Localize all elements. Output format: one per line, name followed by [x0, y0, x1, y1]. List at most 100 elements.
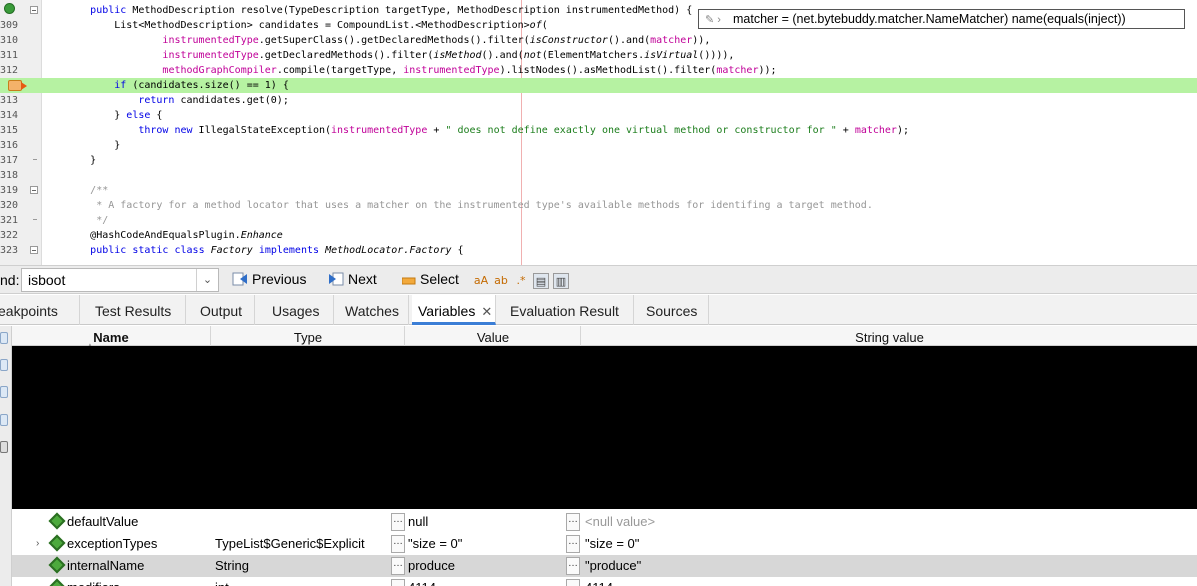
find-history-dropdown[interactable]: ⌄: [196, 269, 218, 291]
tab-variables[interactable]: Variables ✕: [412, 295, 496, 325]
highlight-results-icon[interactable]: ▤: [533, 273, 549, 289]
code-text[interactable]: }: [42, 153, 96, 168]
code-text[interactable]: /**: [42, 183, 108, 198]
variable-value[interactable]: produce: [408, 555, 455, 577]
variable-string-value: 4114: [585, 577, 613, 586]
tab-sources[interactable]: Sources: [640, 295, 709, 325]
debug-toolbar-icon[interactable]: [0, 414, 8, 426]
code-token: .compile(targetType,: [276, 65, 404, 76]
edit-string-value-button[interactable]: …: [566, 513, 580, 531]
find-input[interactable]: [21, 268, 219, 292]
find-select-button[interactable]: Select: [402, 271, 459, 291]
code-text[interactable]: } else {: [42, 108, 162, 123]
table-row[interactable]: modifiers int … 4114 … 4114: [12, 577, 1197, 586]
match-case-icon[interactable]: aA: [473, 273, 489, 289]
tab-output[interactable]: Output: [194, 295, 255, 325]
table-row[interactable]: internalName String … produce … "produce…: [12, 555, 1197, 577]
column-string-value-header[interactable]: String value: [582, 326, 1197, 346]
fold-end-marker: [33, 159, 37, 160]
code-text[interactable]: throw new IllegalStateException(instrume…: [42, 123, 909, 138]
tab-breakpoints[interactable]: eakpoints: [0, 295, 80, 325]
code-line[interactable]: 314 } else {: [0, 108, 1197, 123]
code-editor[interactable]: public MethodDescription resolve(TypeDes…: [0, 0, 1197, 265]
whole-words-icon[interactable]: ab: [493, 273, 509, 289]
wrap-around-icon[interactable]: ▥: [553, 273, 569, 289]
variable-value[interactable]: "size = 0": [408, 533, 462, 555]
code-text[interactable]: public static class Factory implements M…: [42, 243, 463, 258]
close-icon[interactable]: ✕: [481, 304, 492, 319]
code-line[interactable]: 318: [0, 168, 1197, 183]
code-line[interactable]: if (candidates.size() == 1) {: [0, 78, 1197, 93]
code-text[interactable]: }: [42, 138, 120, 153]
code-line[interactable]: 313 return candidates.get(0);: [0, 93, 1197, 108]
line-number: 312: [0, 65, 19, 76]
debug-toolbar-icon[interactable]: [0, 441, 8, 453]
find-next-button[interactable]: Next: [328, 271, 377, 291]
code-token: instrumentedType: [162, 35, 259, 46]
code-text[interactable]: return candidates.get(0);: [42, 93, 289, 108]
current-line-breakpoint-icon[interactable]: [8, 80, 27, 91]
edit-value-button[interactable]: …: [391, 579, 405, 586]
edit-value-button[interactable]: …: [391, 513, 405, 531]
code-text[interactable]: */: [42, 213, 108, 228]
tab-watches[interactable]: Watches: [339, 295, 409, 325]
code-line[interactable]: 316 }: [0, 138, 1197, 153]
code-token: * A factory for a method locator that us…: [96, 200, 873, 211]
code-line[interactable]: 319 /**: [0, 183, 1197, 198]
code-text[interactable]: @HashCodeAndEqualsPlugin.Enhance: [42, 228, 283, 243]
code-line[interactable]: 311 instrumentedType.getDeclaredMethods(…: [0, 48, 1197, 63]
code-line[interactable]: 312 methodGraphCompiler.compile(targetTy…: [0, 63, 1197, 78]
column-name-header[interactable]: ▲ Name: [12, 326, 211, 350]
previous-arrow-icon: [232, 272, 247, 286]
table-row[interactable]: › exceptionTypes TypeList$Generic$Explic…: [12, 533, 1197, 555]
edit-string-value-button[interactable]: …: [566, 535, 580, 553]
edit-value-button[interactable]: …: [391, 535, 405, 553]
variable-string-value: <null value>: [585, 514, 656, 529]
code-text[interactable]: * A factory for a method locator that us…: [42, 198, 873, 213]
code-token: @HashCodeAndEqualsPlugin.: [90, 230, 241, 241]
find-previous-button[interactable]: Previous: [232, 271, 306, 291]
column-value-header[interactable]: Value: [406, 326, 581, 346]
tab-evaluation-result[interactable]: Evaluation Result: [504, 295, 634, 325]
edit-string-value-button[interactable]: …: [566, 557, 580, 575]
code-line[interactable]: 320 * A factory for a method locator tha…: [0, 198, 1197, 213]
code-token: );: [896, 125, 910, 136]
tab-usages[interactable]: Usages: [266, 295, 334, 325]
fold-collapse-icon[interactable]: [30, 186, 38, 194]
code-token: implements: [258, 245, 320, 256]
code-token: ().and(: [607, 35, 651, 46]
tab-test-results[interactable]: Test Results: [89, 295, 186, 325]
line-number: 316: [0, 140, 19, 151]
fold-collapse-icon[interactable]: [30, 246, 38, 254]
regex-icon[interactable]: .*: [513, 273, 529, 289]
edit-string-value-button[interactable]: …: [566, 579, 580, 586]
code-text[interactable]: instrumentedType.getSuperClass().getDecl…: [42, 33, 710, 48]
code-line[interactable]: 322 @HashCodeAndEqualsPlugin.Enhance: [0, 228, 1197, 243]
variable-value[interactable]: 4114: [408, 577, 436, 586]
debug-toolbar-icon[interactable]: [0, 359, 8, 371]
code-line[interactable]: 315 throw new IllegalStateException(inst…: [0, 123, 1197, 138]
debug-toolbar-icon[interactable]: [0, 386, 8, 398]
code-line[interactable]: 321 */: [0, 213, 1197, 228]
code-line[interactable]: 310 instrumentedType.getSuperClass().get…: [0, 33, 1197, 48]
fold-collapse-icon[interactable]: [30, 6, 38, 14]
code-text[interactable]: List<MethodDescription> candidates = Com…: [42, 18, 548, 33]
code-line[interactable]: 323 public static class Factory implemen…: [0, 243, 1197, 258]
output-tab-bar: eakpoints Test Results Output Usages Wat…: [0, 295, 1197, 325]
code-text[interactable]: instrumentedType.getDeclaredMethods().fi…: [42, 48, 734, 63]
debug-toolbar-icon[interactable]: [0, 332, 8, 344]
variable-value[interactable]: null: [408, 511, 428, 533]
code-text[interactable]: public MethodDescription resolve(TypeDes…: [42, 3, 692, 18]
column-type-header[interactable]: Type: [212, 326, 405, 346]
edit-value-button[interactable]: …: [391, 557, 405, 575]
pin-icon[interactable]: ✎ ›: [705, 11, 733, 29]
code-text[interactable]: methodGraphCompiler.compile(targetType, …: [42, 63, 776, 78]
code-line[interactable]: 317 }: [0, 153, 1197, 168]
code-text[interactable]: if (candidates.size() == 1) {: [42, 78, 289, 93]
override-indicator-icon[interactable]: [4, 3, 15, 14]
expand-chevron-icon[interactable]: ›: [36, 533, 39, 555]
table-row[interactable]: defaultValue … null … <null value>: [12, 511, 1197, 533]
